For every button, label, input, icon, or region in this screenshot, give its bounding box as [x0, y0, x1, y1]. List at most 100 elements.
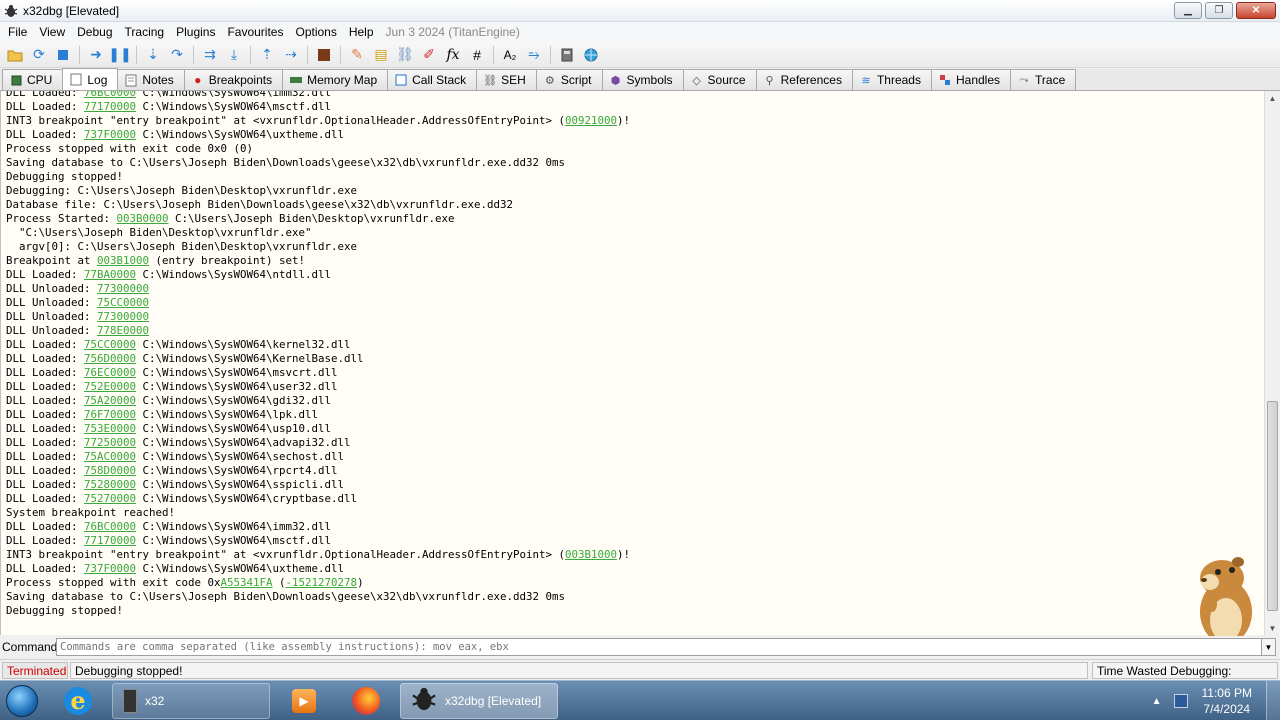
close-debuggee-icon[interactable]: [52, 44, 74, 66]
address-link[interactable]: 003B1000: [565, 548, 617, 561]
tab-symbols[interactable]: ⬢ Symbols: [601, 69, 684, 90]
address-link[interactable]: 76BC0000: [84, 91, 136, 99]
font-icon[interactable]: A₂: [499, 44, 521, 66]
address-link[interactable]: 76BC0000: [84, 520, 136, 533]
close-button[interactable]: ✕: [1236, 2, 1276, 19]
address-link[interactable]: 77170000: [84, 534, 136, 547]
tab-seh[interactable]: ⛓ SEH: [476, 69, 537, 90]
address-link[interactable]: 75A20000: [84, 394, 136, 407]
address-link[interactable]: 00921000: [565, 114, 617, 127]
menu-debug[interactable]: Debug: [71, 22, 118, 42]
address-link[interactable]: 77170000: [84, 100, 136, 113]
tab-handles[interactable]: Handles: [930, 69, 1012, 90]
menu-plugins[interactable]: Plugins: [170, 22, 221, 42]
address-link[interactable]: 76EC0000: [84, 366, 136, 379]
maximize-button[interactable]: ❐: [1205, 2, 1233, 19]
address-link[interactable]: 737F0000: [84, 562, 136, 575]
strings-icon[interactable]: ⥱: [523, 44, 545, 66]
address-link[interactable]: 77300000: [97, 282, 149, 295]
address-link[interactable]: 76F70000: [84, 408, 136, 421]
menu-options[interactable]: Options: [289, 22, 342, 42]
menu-view[interactable]: View: [33, 22, 71, 42]
tab-breakpoints[interactable]: ● Breakpoints: [183, 69, 284, 90]
show-desktop-button[interactable]: [1266, 681, 1280, 720]
address-link[interactable]: 003B0000: [117, 212, 169, 225]
open-folder-icon[interactable]: [4, 44, 26, 66]
address-link[interactable]: A55341FA: [221, 576, 273, 589]
address-link[interactable]: 77BA0000: [84, 268, 136, 281]
execute-till-return-icon[interactable]: ⇡: [256, 44, 278, 66]
address-link[interactable]: 758D0000: [84, 464, 136, 477]
bookmarks-icon[interactable]: ✐: [418, 44, 440, 66]
log-text: Breakpoint at: [6, 254, 98, 267]
scroll-up-icon[interactable]: ▲: [1265, 91, 1280, 105]
patch-icon[interactable]: ✎: [346, 44, 368, 66]
tab-notes[interactable]: Notes: [117, 69, 185, 90]
scroll-down-icon[interactable]: ▼: [1265, 621, 1280, 635]
address-link[interactable]: 737F0000: [84, 128, 136, 141]
functions-icon[interactable]: fx: [442, 44, 464, 66]
start-button[interactable]: [0, 681, 44, 720]
address-link[interactable]: 778E0000: [97, 324, 149, 337]
log-view[interactable]: DLL Loaded: 76BC0000 C:\Windows\SysWOW64…: [0, 91, 1264, 635]
tab-script[interactable]: ⚙ Script: [535, 69, 603, 90]
trace-over-icon[interactable]: ⤓: [223, 44, 245, 66]
run-icon[interactable]: ➜: [85, 44, 107, 66]
menu-favourites[interactable]: Favourites: [221, 22, 289, 42]
address-link[interactable]: 756D0000: [84, 352, 136, 365]
menu-help[interactable]: Help: [343, 22, 380, 42]
address-link[interactable]: -1521270278: [286, 576, 358, 589]
address-link[interactable]: 75280000: [84, 478, 136, 491]
restart-icon[interactable]: ⟳: [28, 44, 50, 66]
address-link[interactable]: 753E0000: [84, 422, 136, 435]
taskbar-media-player[interactable]: ▶: [276, 683, 332, 719]
threads-icon: ≋: [861, 74, 871, 87]
scylla-icon[interactable]: [313, 44, 335, 66]
taskbar-window-x32[interactable]: x32: [112, 682, 270, 719]
hash-icon[interactable]: #: [466, 44, 488, 66]
address-link[interactable]: 75AC0000: [84, 450, 136, 463]
tab-references[interactable]: ⚲ References: [755, 69, 853, 90]
address-link[interactable]: 75CC0000: [84, 338, 136, 351]
tab-trace[interactable]: ⤳ Trace: [1010, 69, 1077, 90]
trace-icon: ⤳: [1019, 73, 1029, 86]
command-input[interactable]: [56, 638, 1262, 656]
labels-icon[interactable]: ⛓: [394, 44, 416, 66]
tab-threads[interactable]: ≋ Threads: [851, 69, 932, 90]
address-link[interactable]: 77250000: [84, 436, 136, 449]
tab-call-stack[interactable]: Call Stack: [387, 69, 478, 90]
step-into-icon[interactable]: ⇣: [142, 44, 164, 66]
log-scrollbar[interactable]: ▲ ▼: [1264, 91, 1280, 635]
action-center-flag-icon[interactable]: [1173, 694, 1188, 708]
address-link[interactable]: 75270000: [84, 492, 136, 505]
scroll-thumb[interactable]: [1267, 401, 1278, 611]
address-link[interactable]: 003B1000: [97, 254, 149, 267]
x32dbg-bug-icon: [3, 3, 19, 19]
command-dropdown-icon[interactable]: ▼: [1262, 638, 1276, 656]
log-text: DLL Loaded:: [6, 352, 85, 365]
menu-file[interactable]: File: [2, 22, 33, 42]
clock[interactable]: 11:06 PM 7/4/2024: [1202, 685, 1252, 717]
taskbar-window-x32dbg[interactable]: x32dbg [Elevated]: [400, 682, 558, 719]
pause-icon[interactable]: ❚❚: [108, 44, 131, 66]
comments-icon[interactable]: ▤: [370, 44, 392, 66]
tab-source[interactable]: ◇ Source: [682, 69, 757, 90]
taskbar-firefox[interactable]: [338, 683, 394, 719]
address-link[interactable]: 75CC0000: [97, 296, 149, 309]
tab-memory-map[interactable]: Memory Map: [282, 69, 389, 90]
show-hidden-icons-icon[interactable]: ▲: [1152, 696, 1162, 707]
calculator-icon[interactable]: [556, 44, 578, 66]
status-bar: Terminated Debugging stopped! Time Waste…: [0, 659, 1280, 695]
taskbar-internet-explorer[interactable]: e: [50, 683, 106, 719]
log-line: DLL Loaded: 76EC0000 C:\Windows\SysWOW64…: [6, 366, 630, 380]
step-over-icon[interactable]: ↷: [166, 44, 188, 66]
tab-log[interactable]: Log: [62, 68, 119, 90]
run-to-user-code-icon[interactable]: ⇢: [280, 44, 302, 66]
trace-into-icon[interactable]: ⇉: [199, 44, 221, 66]
minimize-button[interactable]: ▁: [1174, 2, 1202, 19]
globe-icon[interactable]: [580, 44, 602, 66]
menu-tracing[interactable]: Tracing: [119, 22, 171, 42]
tab-cpu[interactable]: CPU: [2, 69, 64, 90]
address-link[interactable]: 77300000: [97, 310, 149, 323]
address-link[interactable]: 752E0000: [84, 380, 136, 393]
